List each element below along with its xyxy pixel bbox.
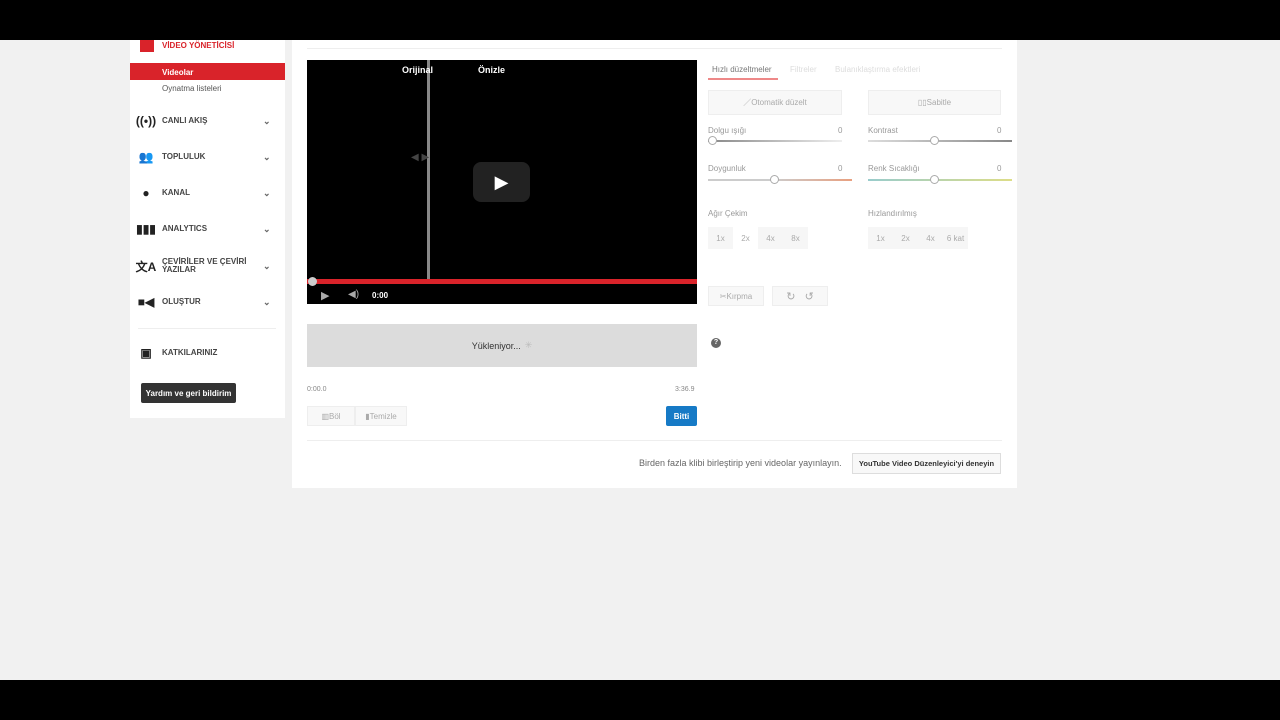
sidebar-item-live[interactable]: ((•)) CANLI AKIŞ ⌄ (130, 106, 285, 136)
tab-quick-fixes[interactable]: Hızlı düzeltmeler (712, 65, 772, 74)
try-video-editor-button[interactable]: YouTube Video Düzenleyici'yi deneyin (852, 453, 1001, 474)
saturation-slider[interactable] (708, 175, 852, 184)
play-overlay-button[interactable]: ▶ (473, 162, 530, 202)
sidebar-item-analytics[interactable]: ▮▮▮ ANALYTICS ⌄ (130, 214, 285, 244)
rotate-right-icon[interactable]: ↻ (786, 290, 795, 303)
fast-2x[interactable]: 2x (893, 227, 918, 249)
chevron-down-icon: ⌄ (263, 187, 271, 198)
video-manager-link[interactable]: VİDEO YÖNETİCİSİ (162, 41, 234, 50)
tab-filters[interactable]: Filtreler (790, 65, 817, 74)
sidebar: VİDEO YÖNETİCİSİ Videolar Oynatma listel… (130, 40, 285, 418)
stabilize-icon: ▯▯ (917, 98, 927, 107)
fill-light-value: 0 (838, 126, 843, 135)
contrast-label: Kontrast (868, 126, 898, 135)
chevron-down-icon: ⌄ (263, 115, 271, 126)
temperature-slider[interactable] (868, 175, 1012, 184)
progress-bar[interactable] (307, 279, 697, 284)
analytics-icon: ▮▮▮ (136, 222, 156, 236)
timeline-start: 0:00.0 (307, 386, 327, 393)
slow-1x[interactable]: 1x (708, 227, 733, 249)
fast-6x[interactable]: 6 kat (943, 227, 968, 249)
stabilize-button[interactable]: ▯▯ Sabitle (868, 90, 1001, 115)
wand-icon: ／ (743, 98, 752, 107)
sidebar-item-community[interactable]: 👥 TOPLULUK ⌄ (130, 142, 285, 172)
sidebar-item-playlists[interactable]: Oynatma listeleri (162, 84, 222, 93)
play-icon[interactable]: ▶ (321, 289, 329, 302)
sidebar-item-videos[interactable]: Videolar (130, 63, 285, 80)
channel-icon: ● (142, 186, 150, 200)
main-panel: Orijinal Önizle ◀ ▶ ▶ ▶ ◀) 0:00 Yükleniy… (292, 40, 1017, 488)
chevron-down-icon: ⌄ (263, 260, 271, 271)
split-button[interactable]: ▥ Böl (307, 406, 355, 426)
contrast-value: 0 (997, 126, 1002, 135)
done-button[interactable]: Bitti (666, 406, 697, 426)
timelapse-options: 1x 2x 4x 6 kat (868, 227, 968, 249)
active-tab-indicator (708, 78, 778, 80)
video-player[interactable]: Orijinal Önizle ◀ ▶ ▶ ▶ ◀) 0:00 (307, 60, 697, 304)
fast-4x[interactable]: 4x (918, 227, 943, 249)
trim-icon: ✂ (719, 291, 727, 301)
camera-icon: ■◀ (137, 295, 155, 309)
slow-8x[interactable]: 8x (783, 227, 808, 249)
fill-light-label: Dolgu ışığı (708, 126, 747, 135)
temperature-label: Renk Sıcaklığı (868, 164, 920, 173)
fast-1x[interactable]: 1x (868, 227, 893, 249)
split-icon: ▥ (321, 411, 329, 421)
community-icon: 👥 (138, 150, 154, 164)
spinner-icon: ✳ (524, 340, 533, 350)
sidebar-item-create[interactable]: ■◀ OLUŞTUR ⌄ (130, 287, 285, 317)
slow-motion-label: Ağır Çekim (708, 209, 748, 218)
saturation-value: 0 (838, 164, 843, 173)
rotate-left-icon[interactable]: ↺ (805, 290, 814, 303)
rotate-buttons: ↻ ↺ (772, 286, 828, 306)
sidebar-item-contributions[interactable]: ▣ KATKILARINIZ (130, 338, 285, 368)
top-bar (0, 0, 1280, 40)
clear-button[interactable]: ▮ Temizle (355, 406, 407, 426)
slow-2x[interactable]: 2x (733, 227, 758, 249)
sidebar-item-channel[interactable]: ● KANAL ⌄ (130, 178, 285, 208)
live-icon: ((•)) (135, 114, 157, 128)
footer-text: Birden fazla klibi birleştirip yeni vide… (639, 458, 842, 468)
translate-icon: 文A (135, 259, 157, 274)
preview-label: Önizle (478, 65, 506, 75)
progress-scrubber[interactable] (308, 277, 317, 286)
tab-blur-effects[interactable]: Bulanıklaştırma efektleri (835, 65, 920, 74)
auto-fix-button[interactable]: ／ Otomatik düzelt (708, 90, 842, 115)
help-icon[interactable]: ? (711, 338, 721, 348)
help-feedback-button[interactable]: Yardım ve geri bildirim (141, 383, 236, 403)
saturation-label: Doygunluk (708, 164, 746, 173)
compare-divider-handle[interactable] (427, 60, 430, 280)
bottom-bar (0, 680, 1280, 720)
contributions-icon: ▣ (140, 346, 152, 360)
drag-arrows-icon: ◀ ▶ (411, 152, 430, 163)
divider (307, 440, 1002, 441)
divider (138, 328, 276, 329)
timeline-loading: Yükleniyor... ✳ (307, 324, 697, 367)
chevron-down-icon: ⌄ (263, 296, 271, 307)
divider (307, 48, 1002, 49)
trim-button[interactable]: ✂ Kırpma (708, 286, 764, 306)
volume-icon[interactable]: ◀) (348, 289, 359, 300)
temperature-value: 0 (997, 164, 1002, 173)
timelapse-label: Hızlandırılmış (868, 209, 917, 218)
video-time: 0:00 (372, 291, 389, 300)
timeline-end: 3:36.9 (675, 386, 695, 393)
chevron-down-icon: ⌄ (263, 151, 271, 162)
chevron-down-icon: ⌄ (263, 223, 271, 234)
contrast-slider[interactable] (868, 136, 1012, 145)
original-label: Orijinal (402, 65, 434, 75)
sidebar-item-translations[interactable]: 文A ÇEVİRİLER VE ÇEVİRİ YAZILAR ⌄ (130, 251, 285, 281)
video-manager-icon (140, 40, 154, 52)
fill-light-slider[interactable] (708, 136, 842, 145)
slow-motion-options: 1x 2x 4x 8x (708, 227, 808, 249)
slow-4x[interactable]: 4x (758, 227, 783, 249)
